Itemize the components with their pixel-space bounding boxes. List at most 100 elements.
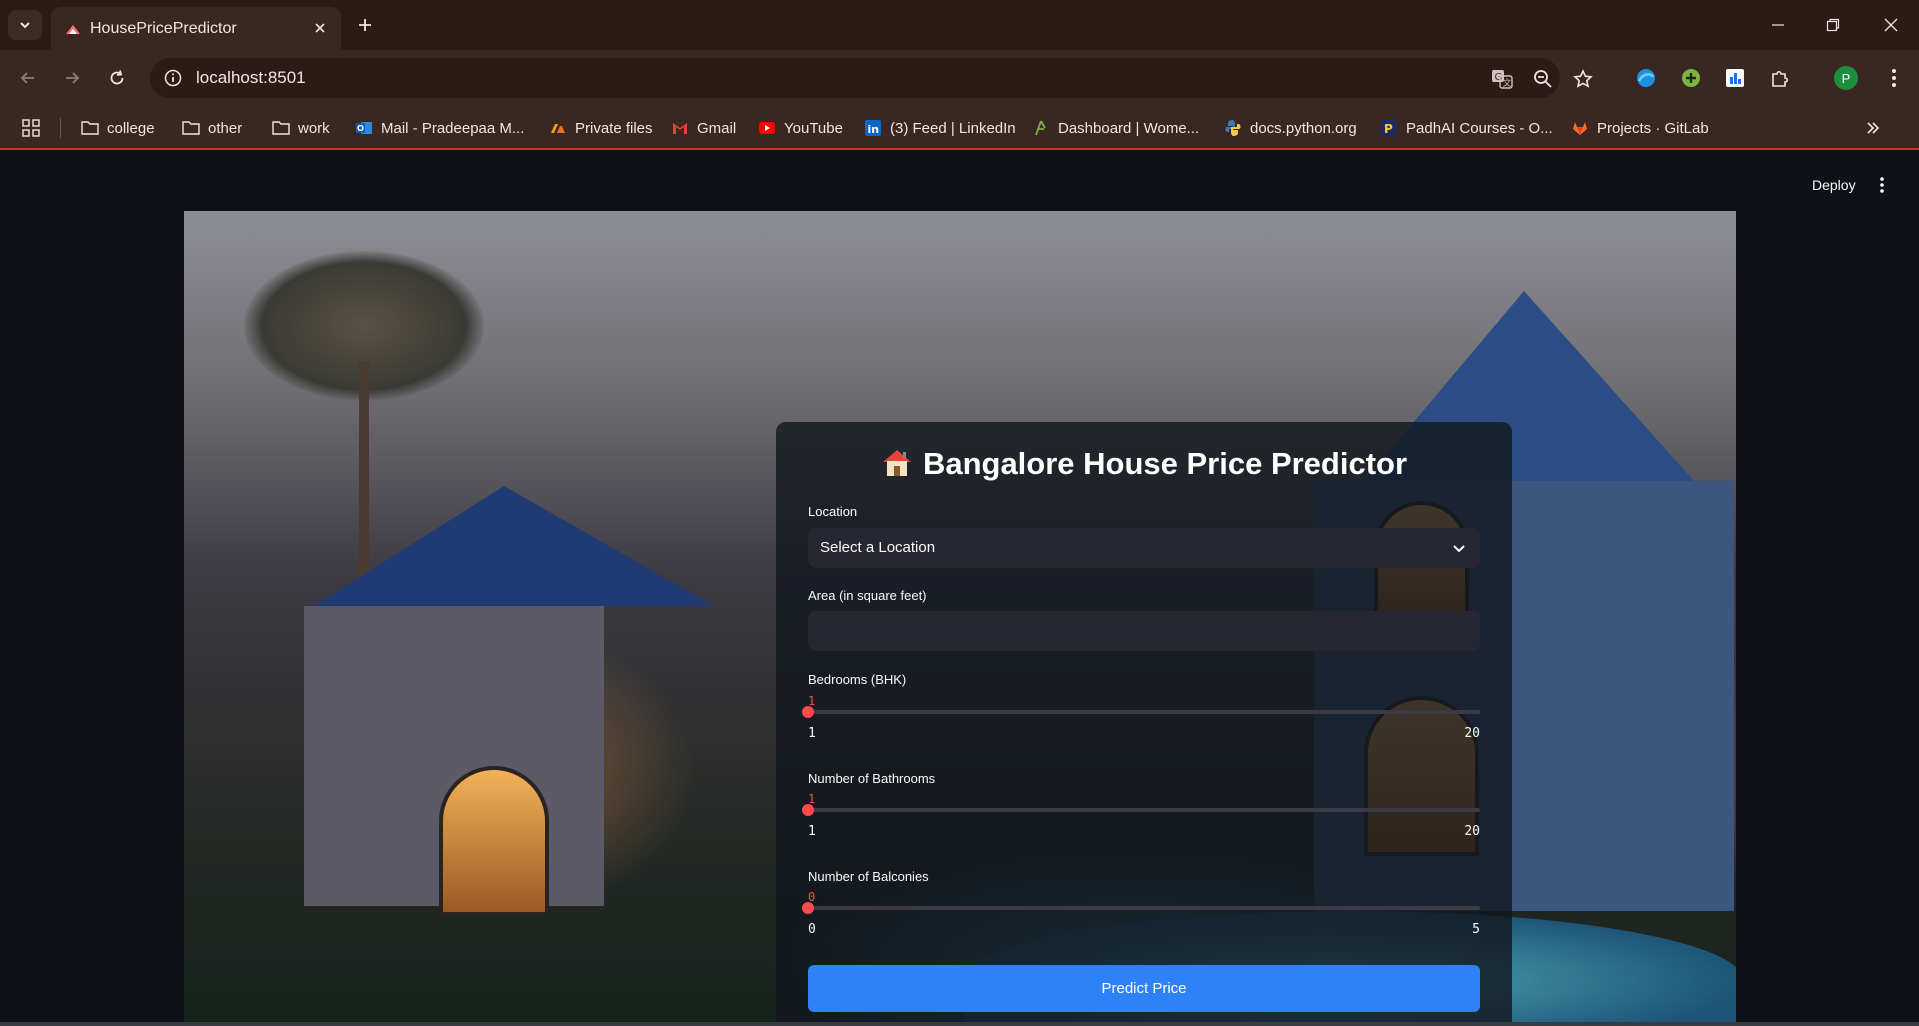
- site-info-button[interactable]: [162, 67, 184, 89]
- bookmark-python-docs[interactable]: docs.python.org: [1224, 117, 1357, 139]
- browser-tab-active[interactable]: HousePricePredictor: [51, 7, 341, 50]
- apps-button[interactable]: [22, 117, 40, 139]
- bookmark-other[interactable]: other: [182, 117, 242, 139]
- window-bottom-edge: [0, 1022, 1919, 1026]
- profile-avatar[interactable]: P: [1834, 66, 1858, 90]
- plus-icon: [359, 19, 371, 31]
- deploy-button[interactable]: Deploy: [1812, 177, 1856, 193]
- restore-icon: [1826, 18, 1840, 32]
- zoom-out-icon: [1534, 70, 1552, 88]
- bookmark-work[interactable]: work: [272, 117, 330, 139]
- bookmark-star-button[interactable]: [1571, 67, 1595, 91]
- extension-plus-button[interactable]: [1677, 64, 1705, 92]
- minimize-window-button[interactable]: [1765, 12, 1791, 38]
- close-icon: [1884, 18, 1898, 32]
- predict-price-button[interactable]: Predict Price: [808, 965, 1480, 1012]
- reload-icon: [110, 70, 124, 85]
- slider-thumb[interactable]: [802, 902, 814, 914]
- youtube-icon: [759, 122, 775, 134]
- slider-min-label: 1: [808, 726, 816, 741]
- apps-grid-icon: [22, 119, 40, 137]
- close-window-button[interactable]: [1878, 12, 1904, 38]
- translate-button[interactable]: G文: [1490, 67, 1514, 91]
- bookmark-gmail[interactable]: Gmail: [671, 117, 736, 139]
- chevron-down-icon: [20, 22, 30, 29]
- more-vertical-icon: [1892, 69, 1896, 87]
- bookmark-label: YouTube: [784, 119, 843, 137]
- add-circle-extension-icon: [1682, 69, 1700, 87]
- slider-max-label: 20: [1464, 824, 1480, 839]
- bookmark-label: (3) Feed | LinkedIn: [890, 119, 1016, 137]
- area-label: Area (in square feet): [808, 588, 927, 603]
- slider-track[interactable]: [808, 710, 1480, 714]
- dashboard-icon: [1035, 120, 1046, 136]
- browser-tab-strip: HousePricePredictor: [0, 0, 1919, 50]
- puzzle-icon: [1772, 70, 1789, 87]
- bathrooms-slider[interactable]: 1 1 20: [802, 792, 1480, 852]
- minimize-icon: [1772, 24, 1784, 26]
- extension-edge-button[interactable]: [1632, 64, 1660, 92]
- svg-text:G: G: [1495, 72, 1503, 83]
- double-chevron-right-icon: [1867, 122, 1880, 134]
- page-title: Bangalore House Price Predictor: [776, 446, 1512, 482]
- extensions-menu-button[interactable]: [1766, 64, 1794, 92]
- area-input[interactable]: [808, 611, 1480, 651]
- location-select[interactable]: Select a Location: [808, 528, 1480, 568]
- bookmarks-overflow-button[interactable]: [1864, 117, 1882, 139]
- linkedin-icon: in: [865, 120, 881, 136]
- house-left-roof: [314, 486, 714, 606]
- slider-thumb[interactable]: [802, 804, 814, 816]
- more-vertical-icon: [1880, 177, 1884, 193]
- tab-title: HousePricePredictor: [90, 20, 237, 37]
- arrow-right-icon: [66, 72, 80, 84]
- bookmark-mail[interactable]: Mail - Pradeepaa M...: [355, 117, 524, 139]
- folder-icon: [81, 121, 99, 135]
- bedrooms-slider[interactable]: 1 1 20: [802, 694, 1480, 754]
- close-icon: [315, 23, 325, 33]
- bookmark-label: other: [208, 119, 243, 137]
- bookmark-label: Gmail: [697, 119, 737, 137]
- tab-close-button[interactable]: [309, 17, 331, 39]
- url-text[interactable]: localhost:8501: [196, 68, 306, 88]
- gitlab-icon: [1573, 122, 1587, 135]
- app-page: Deploy Bangalore House Price Predictor L…: [0, 152, 1919, 1022]
- bookmark-padhai[interactable]: P PadhAI Courses - O...: [1380, 117, 1553, 139]
- slider-thumb[interactable]: [802, 706, 814, 718]
- svg-text:P: P: [1384, 122, 1393, 136]
- zoom-button[interactable]: [1531, 67, 1555, 91]
- bookmark-linkedin[interactable]: in (3) Feed | LinkedIn: [864, 117, 1016, 139]
- padhai-icon: P: [1381, 120, 1397, 136]
- slider-max-label: 5: [1472, 922, 1480, 937]
- svg-text:文: 文: [1503, 77, 1512, 89]
- reload-button[interactable]: [103, 64, 131, 92]
- extension-chart-button[interactable]: [1721, 64, 1749, 92]
- balconies-label: Number of Balconies: [808, 869, 929, 884]
- bookmarks-bar: college other work Mail - Pradeepaa M...…: [0, 106, 1919, 150]
- folder-icon: [272, 121, 290, 135]
- bookmark-private-files[interactable]: Private files: [549, 117, 653, 139]
- forward-button[interactable]: [58, 64, 86, 92]
- slider-track[interactable]: [808, 906, 1480, 910]
- new-tab-button[interactable]: [352, 12, 378, 38]
- bookmark-college[interactable]: college: [81, 117, 155, 139]
- back-button[interactable]: [14, 64, 42, 92]
- app-menu-button[interactable]: [1874, 176, 1890, 194]
- slider-min-label: 1: [808, 824, 816, 839]
- address-bar[interactable]: localhost:8501 G文: [150, 58, 1593, 98]
- slider-max-label: 20: [1464, 726, 1480, 741]
- slider-min-label: 0: [808, 922, 816, 937]
- bookmark-youtube[interactable]: YouTube: [758, 117, 843, 139]
- bookmark-label: PadhAI Courses - O...: [1406, 119, 1553, 137]
- bookmark-dashboard[interactable]: Dashboard | Wome...: [1032, 117, 1199, 139]
- bedrooms-label: Bedrooms (BHK): [808, 672, 907, 687]
- star-icon: [1573, 69, 1593, 88]
- restore-window-button[interactable]: [1820, 12, 1846, 38]
- browser-menu-button[interactable]: [1880, 64, 1908, 92]
- tab-search-button[interactable]: [8, 10, 42, 40]
- house-background-image: Bangalore House Price Predictor Location…: [184, 211, 1736, 1022]
- balconies-slider[interactable]: 0 0 5: [802, 890, 1480, 950]
- bookmark-gitlab[interactable]: Projects · GitLab: [1571, 117, 1709, 139]
- arrow-left-icon: [20, 72, 34, 84]
- bookmark-label: Projects · GitLab: [1597, 119, 1709, 137]
- slider-track[interactable]: [808, 808, 1480, 812]
